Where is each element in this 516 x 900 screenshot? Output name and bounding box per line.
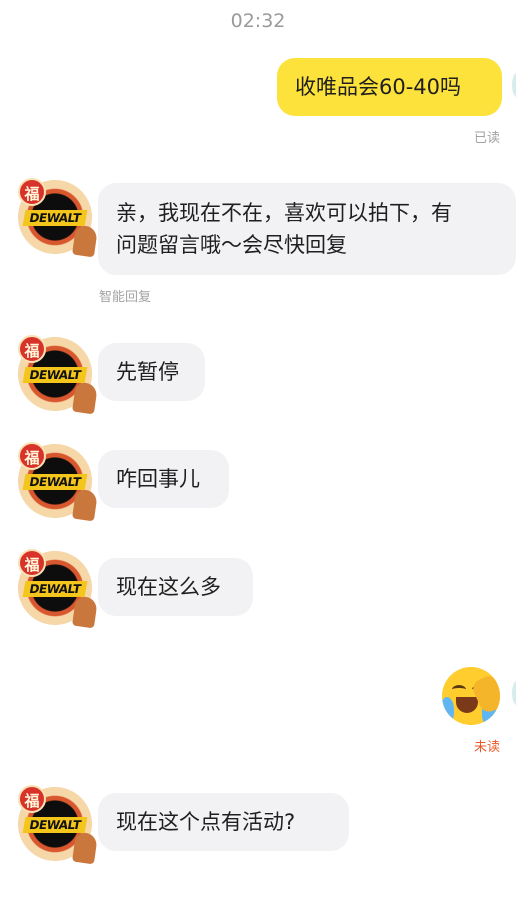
message-text: 先暂停 <box>116 360 179 384</box>
message-text-line-2: 问题留言哦～会尽快回复 <box>116 233 347 257</box>
self-avatar-edge <box>512 680 516 706</box>
fu-badge: 福 <box>18 785 46 813</box>
horse-mascot-icon <box>72 381 98 415</box>
dewalt-logo: DEWALT <box>22 367 88 383</box>
incoming-message-bubble[interactable]: 现在这个点有活动? <box>98 793 349 851</box>
fu-badge: 福 <box>18 549 46 577</box>
emoji-mouth <box>456 697 478 713</box>
emoji-eye-left <box>452 685 466 694</box>
horse-mascot-icon <box>72 595 98 629</box>
dewalt-logo: DEWALT <box>22 817 88 833</box>
auto-reply-caption: 智能回复 <box>99 290 152 305</box>
incoming-message-bubble[interactable]: 先暂停 <box>98 343 205 401</box>
horse-mascot-icon <box>72 224 98 258</box>
shop-avatar[interactable]: 福 DEWALT <box>18 442 98 522</box>
incoming-message-bubble[interactable]: 亲，我现在不在，喜欢可以拍下，有 问题留言哦～会尽快回复 <box>98 183 516 275</box>
message-text: 现在这么多 <box>116 575 221 599</box>
incoming-message-bubble[interactable]: 咋回事儿 <box>98 450 229 508</box>
emoji-tear-left <box>442 697 454 723</box>
horse-mascot-icon <box>72 831 98 865</box>
shop-avatar[interactable]: 福 DEWALT <box>18 549 98 629</box>
fu-badge: 福 <box>18 442 46 470</box>
horse-mascot-icon <box>72 488 98 522</box>
self-avatar-edge <box>512 72 516 98</box>
message-text: 咋回事儿 <box>116 467 200 491</box>
dewalt-logo: DEWALT <box>22 581 88 597</box>
shop-avatar[interactable]: 福 DEWALT <box>18 785 98 865</box>
unread-status: 未读 <box>474 740 501 755</box>
message-text: 收唯品会60-40吗 <box>295 75 462 99</box>
fu-badge: 福 <box>18 178 46 206</box>
incoming-message-bubble[interactable]: 现在这么多 <box>98 558 253 616</box>
shop-avatar[interactable]: 福 DEWALT <box>18 178 98 258</box>
message-text-line-1: 亲，我现在不在，喜欢可以拍下，有 <box>116 201 452 225</box>
crying-laughing-emoji-icon[interactable] <box>442 667 500 725</box>
chat-timestamp: 02:32 <box>230 10 286 32</box>
fu-badge: 福 <box>18 335 46 363</box>
message-text: 现在这个点有活动? <box>116 810 296 834</box>
shop-avatar[interactable]: 福 DEWALT <box>18 335 98 415</box>
dewalt-logo: DEWALT <box>22 474 88 490</box>
outgoing-message-bubble[interactable]: 收唯品会60-40吗 <box>277 58 502 116</box>
dewalt-logo: DEWALT <box>22 210 88 226</box>
read-status: 已读 <box>474 131 501 146</box>
